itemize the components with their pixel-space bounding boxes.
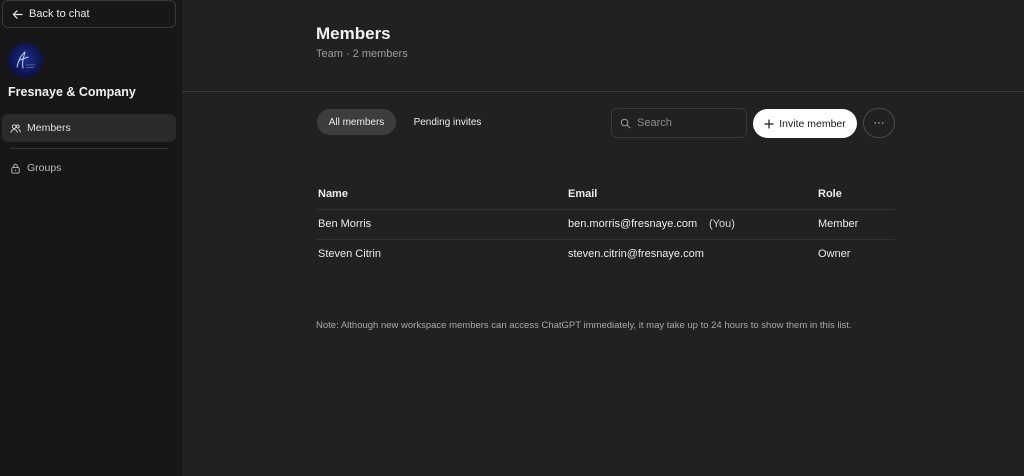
arrow-left-icon: [12, 9, 23, 19]
sidebar-item-label: Members: [27, 122, 71, 134]
search-input[interactable]: [637, 117, 737, 129]
tab-all-members[interactable]: All members: [317, 109, 396, 135]
back-to-chat-button[interactable]: Back to chat: [2, 0, 176, 28]
page-subtitle: Team · 2 members: [316, 48, 408, 60]
search-icon: [620, 118, 631, 128]
member-name: Ben Morris: [318, 218, 372, 230]
back-to-chat-label: Back to chat: [29, 8, 90, 20]
more-horizontal-icon: ···: [873, 117, 885, 129]
search-box[interactable]: [611, 108, 747, 138]
column-header-name: Name: [318, 188, 348, 200]
more-options-button[interactable]: ···: [863, 108, 895, 138]
workspace-name: Fresnaye & Company: [8, 85, 136, 99]
member-role[interactable]: Owner: [818, 248, 850, 260]
sidebar-item-members[interactable]: Members: [2, 114, 176, 142]
row-divider: [317, 209, 895, 210]
member-email: steven.citrin@fresnaye.com: [568, 248, 704, 260]
workspace-logo: [8, 43, 43, 78]
plus-icon: [764, 118, 774, 129]
sidebar-item-groups[interactable]: Groups: [2, 154, 176, 182]
lock-icon: [11, 163, 20, 174]
member-email: ben.morris@fresnaye.com: [568, 218, 698, 230]
main-content: Members Team · 2 members All members Pen…: [182, 0, 1024, 476]
sidebar-item-label: Groups: [27, 162, 62, 174]
member-name: Steven Citrin: [318, 248, 381, 260]
sidebar: Back to chat Fresnaye & Company Members: [0, 0, 182, 476]
row-divider: [317, 239, 895, 240]
column-header-role: Role: [818, 188, 842, 200]
invite-member-button[interactable]: Invite member: [753, 109, 857, 138]
workspace-logo-icon: [16, 51, 35, 69]
tab-pending-invites[interactable]: Pending invites: [404, 109, 491, 135]
you-badge: (You): [709, 218, 735, 230]
column-header-email: Email: [568, 188, 598, 200]
header-divider: [182, 91, 1024, 92]
propagation-note: Note: Although new workspace members can…: [316, 320, 852, 331]
users-icon: [10, 123, 21, 133]
member-role[interactable]: Member: [818, 218, 858, 230]
invite-member-label: Invite member: [779, 117, 846, 130]
app-window: Back to chat Fresnaye & Company Members: [0, 0, 1024, 476]
page-title: Members: [316, 24, 391, 43]
sidebar-divider: [10, 148, 168, 149]
